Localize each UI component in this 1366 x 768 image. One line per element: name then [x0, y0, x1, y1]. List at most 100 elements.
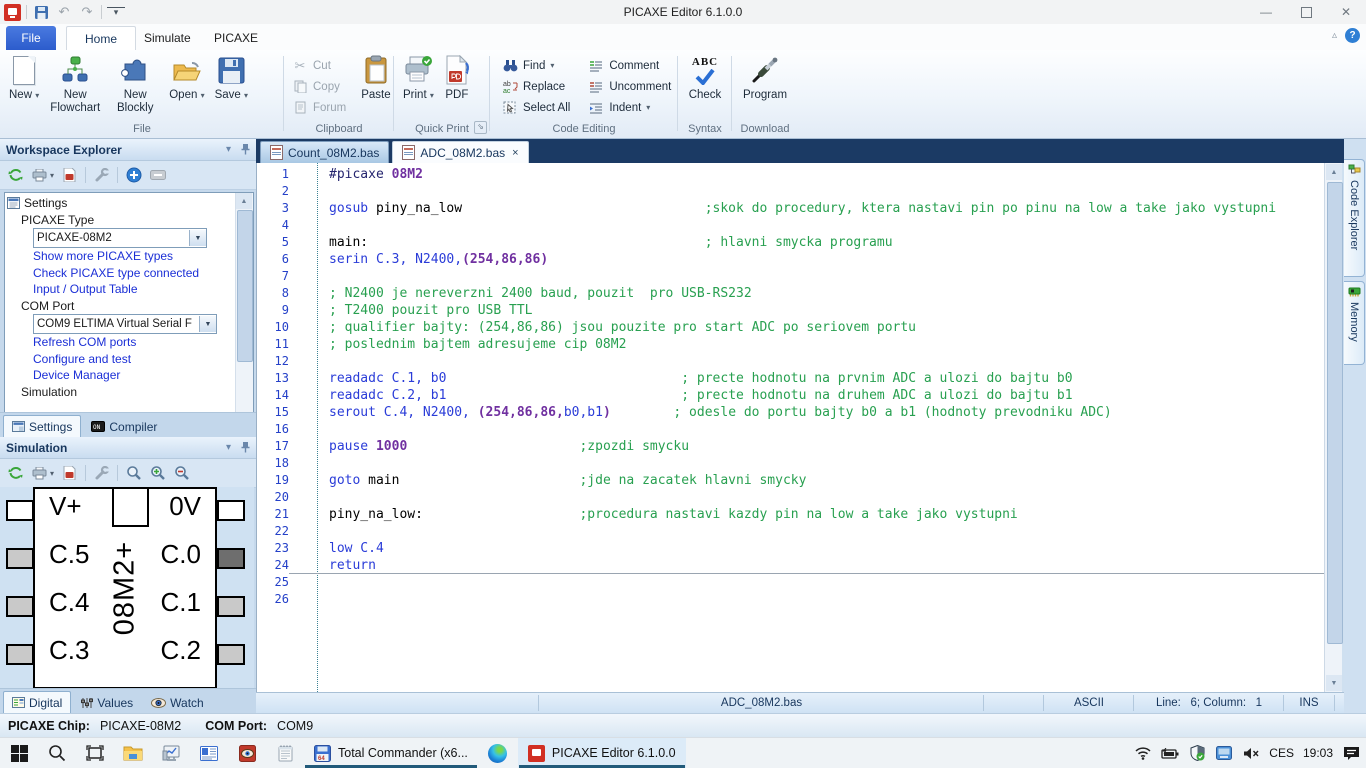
code-line-23[interactable]: 23low C.4 — [257, 540, 1324, 557]
code-line-21[interactable]: 21piny_na_low: ;procedura nastavi kazdy … — [257, 506, 1324, 523]
remote-app-icon[interactable] — [1215, 744, 1233, 762]
code-line-26[interactable]: 26 — [257, 591, 1324, 608]
scrollbar-thumb[interactable] — [1327, 182, 1343, 644]
link-input-output-table[interactable]: Input / Output Table — [33, 282, 138, 296]
tree-item-com-port[interactable]: COM Port — [7, 298, 234, 315]
new-blockly-button[interactable]: New Blockly — [106, 50, 164, 118]
save-button[interactable]: Save ▾ — [210, 50, 253, 118]
notepad-app-button[interactable] — [266, 738, 304, 768]
pdf-small-icon[interactable] — [61, 465, 78, 482]
scroll-up-icon[interactable]: ▲ — [1326, 164, 1342, 180]
link-refresh-com-ports[interactable]: Refresh COM ports — [33, 335, 136, 349]
find-button[interactable]: Find ▾ — [498, 55, 574, 76]
expand-all-icon[interactable] — [125, 167, 142, 184]
wrench-icon[interactable] — [93, 167, 110, 184]
code-line-20[interactable]: 20 — [257, 489, 1324, 506]
doc-tab-count[interactable]: Count_08M2.bas — [260, 141, 389, 163]
close-tab-icon[interactable]: × — [512, 147, 518, 159]
code-line-3[interactable]: 3gosub piny_na_low ;skok do procedury, k… — [257, 200, 1324, 217]
pdf-button[interactable]: PDF — [439, 50, 475, 118]
chip-pin-0v[interactable] — [217, 500, 245, 521]
tab-settings[interactable]: Settings — [3, 415, 81, 437]
com-port-select[interactable]: COM9 ELTIMA Virtual Serial F ▼ — [33, 314, 217, 334]
tree-item-picaxe-type[interactable]: PICAXE Type — [7, 212, 234, 229]
select-all-button[interactable]: Select All — [498, 97, 574, 118]
doc-tab-adc[interactable]: ADC_08M2.bas × — [392, 141, 528, 163]
news-app-button[interactable] — [190, 738, 228, 768]
panel-menu-icon[interactable]: ▾ — [226, 442, 231, 453]
code-line-24[interactable]: 24return — [257, 557, 1324, 574]
code-line-8[interactable]: 8; N2400 je nereverzni 2400 baud, pouzit… — [257, 285, 1324, 302]
monitor-app-button[interactable] — [152, 738, 190, 768]
code-line-6[interactable]: 6serin C.3, N2400,(254,86,86) — [257, 251, 1324, 268]
refresh-icon[interactable] — [7, 167, 24, 184]
cut-button[interactable]: ✂ Cut — [288, 55, 350, 76]
code-editor[interactable]: 1#picaxe 08M223gosub piny_na_low ;skok d… — [256, 163, 1324, 692]
taskbar-button-total-commander[interactable]: 64 Total Commander (x6... — [304, 738, 478, 768]
zoom-in-icon[interactable] — [149, 465, 166, 482]
link-show-more-picaxe-types[interactable]: Show more PICAXE types — [33, 249, 173, 263]
volume-muted-icon[interactable] — [1242, 744, 1260, 762]
comment-button[interactable]: Comment — [584, 55, 675, 76]
chip-pin-c4[interactable] — [6, 596, 34, 617]
link-configure-and-test[interactable]: Configure and test — [33, 352, 131, 366]
code-line-15[interactable]: 15serout C.4, N2400, (254,86,86,b0,b1) ;… — [257, 404, 1324, 421]
tray-language[interactable]: CES — [1269, 746, 1294, 760]
link-check-picaxe-type-connected[interactable]: Check PICAXE type connected — [33, 266, 199, 280]
refresh-icon[interactable] — [7, 465, 24, 482]
tab-picaxe[interactable]: PICAXE — [196, 26, 276, 50]
check-button[interactable]: ABC Check — [678, 50, 732, 118]
chip-pin-c5[interactable] — [6, 548, 34, 569]
tab-values[interactable]: Values — [73, 692, 141, 713]
code-line-7[interactable]: 7 — [257, 268, 1324, 285]
code-line-16[interactable]: 16 — [257, 421, 1324, 438]
code-line-9[interactable]: 9; T2400 pouzit pro USB TTL — [257, 302, 1324, 319]
help-icon[interactable]: ? — [1345, 28, 1360, 43]
tree-scrollbar[interactable]: ▲ ▼ — [235, 193, 253, 438]
wrench-icon[interactable] — [93, 465, 110, 482]
print-icon[interactable] — [31, 167, 48, 184]
copy-button[interactable]: Copy — [288, 76, 350, 97]
code-line-17[interactable]: 17pause 1000 ;zpozdi smycku — [257, 438, 1324, 455]
open-button[interactable]: Open ▾ — [164, 50, 209, 118]
link-device-manager[interactable]: Device Manager — [33, 368, 120, 382]
code-line-10[interactable]: 10; qualifier bajty: (254,86,86) jsou po… — [257, 319, 1324, 336]
taskbar-button-picaxe[interactable]: PICAXE Editor 6.1.0.0 — [518, 738, 686, 768]
pdf-small-icon[interactable] — [61, 167, 78, 184]
new-button[interactable]: New ▾ — [4, 50, 44, 118]
chip-pin-c2[interactable] — [217, 644, 245, 665]
print-icon[interactable] — [31, 465, 48, 482]
code-line-22[interactable]: 22 — [257, 523, 1324, 540]
quick-print-launcher-icon[interactable]: ⇘ — [474, 121, 487, 134]
tree-item-simulation[interactable]: Simulation — [7, 384, 234, 401]
tab-compiler[interactable]: ON Compiler — [83, 416, 165, 437]
replace-button[interactable]: abac Replace — [498, 76, 574, 97]
code-line-19[interactable]: 19goto main ;jde na zacatek hlavni smyck… — [257, 472, 1324, 489]
chip-pin-vplus[interactable] — [6, 500, 34, 521]
code-line-1[interactable]: 1#picaxe 08M2 — [257, 166, 1324, 183]
panel-menu-icon[interactable]: ▾ — [226, 144, 231, 155]
indent-button[interactable]: Indent ▾ — [584, 97, 675, 118]
tray-clock[interactable]: 19:03 — [1303, 746, 1333, 760]
collapse-ribbon-icon[interactable]: ▵ — [1332, 30, 1337, 41]
close-button[interactable]: ✕ — [1326, 0, 1366, 24]
chevron-down-icon[interactable]: ▼ — [199, 316, 216, 332]
zoom-out-icon[interactable] — [173, 465, 190, 482]
code-line-2[interactable]: 2 — [257, 183, 1324, 200]
code-line-4[interactable]: 4 — [257, 217, 1324, 234]
chip-pin-c1[interactable] — [217, 596, 245, 617]
code-line-14[interactable]: 14readadc C.2, b1 ; precte hodnotu na dr… — [257, 387, 1324, 404]
search-button[interactable] — [38, 738, 76, 768]
chip-pin-c0[interactable] — [217, 548, 245, 569]
minimize-button[interactable]: — — [1246, 0, 1286, 24]
code-line-12[interactable]: 12 — [257, 353, 1324, 370]
edge-browser-button[interactable] — [478, 738, 518, 768]
scroll-down-icon[interactable]: ▼ — [1326, 675, 1342, 691]
picaxe-type-select[interactable]: PICAXE-08M2 ▼ — [33, 228, 207, 248]
zoom-icon[interactable] — [125, 465, 142, 482]
pin-icon[interactable] — [241, 442, 250, 453]
editor-scrollbar[interactable]: ▲ ▼ — [1324, 163, 1342, 692]
chevron-down-icon[interactable]: ▾ — [50, 469, 54, 478]
chevron-down-icon[interactable]: ▾ — [50, 171, 54, 180]
uncomment-button[interactable]: Uncomment — [584, 76, 675, 97]
